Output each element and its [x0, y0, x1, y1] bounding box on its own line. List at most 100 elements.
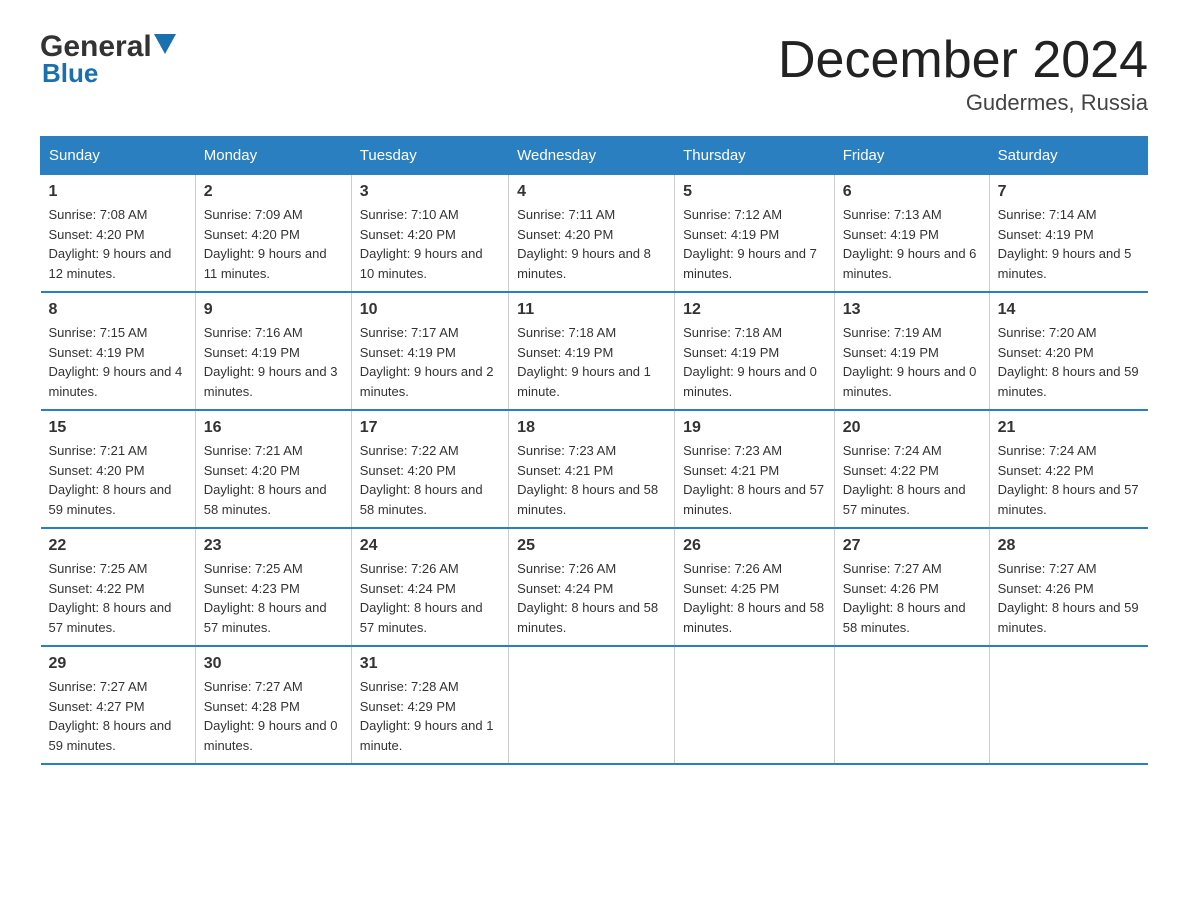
- calendar-header: SundayMondayTuesdayWednesdayThursdayFrid…: [41, 137, 1148, 175]
- day-info: Sunrise: 7:26 AMSunset: 4:24 PMDaylight:…: [360, 559, 500, 637]
- day-info: Sunrise: 7:09 AMSunset: 4:20 PMDaylight:…: [204, 205, 343, 283]
- week-row-4: 22Sunrise: 7:25 AMSunset: 4:22 PMDayligh…: [41, 528, 1148, 646]
- calendar-cell: 3Sunrise: 7:10 AMSunset: 4:20 PMDaylight…: [351, 175, 508, 293]
- calendar-cell: 28 Sunrise: 7:27 AMSunset: 4:26 PMDayligh…: [989, 528, 1147, 646]
- day-number: 1: [49, 183, 187, 201]
- header-day-tuesday: Tuesday: [351, 137, 508, 175]
- day-number: 24: [360, 537, 500, 555]
- header-day-wednesday: Wednesday: [509, 137, 675, 175]
- week-row-2: 8 Sunrise: 7:15 AMSunset: 4:19 PMDaylight…: [41, 292, 1148, 410]
- day-number: 14: [998, 301, 1140, 319]
- week-row-3: 15 Sunrise: 7:21 AMSunset: 4:20 PMDayligh…: [41, 410, 1148, 528]
- calendar-cell: [675, 646, 835, 764]
- calendar-cell: 29 Sunrise: 7:27 AMSunset: 4:27 PMDayligh…: [41, 646, 196, 764]
- day-number: 21: [998, 419, 1140, 437]
- calendar-cell: 27Sunrise: 7:27 AMSunset: 4:26 PMDayligh…: [834, 528, 989, 646]
- day-info: Sunrise: 7:13 AMSunset: 4:19 PMDaylight:…: [843, 205, 981, 283]
- header-row: SundayMondayTuesdayWednesdayThursdayFrid…: [41, 137, 1148, 175]
- day-number: 7: [998, 183, 1140, 201]
- day-info: Sunrise: 7:14 AMSunset: 4:19 PMDaylight:…: [998, 205, 1140, 283]
- day-number: 13: [843, 301, 981, 319]
- calendar-table: SundayMondayTuesdayWednesdayThursdayFrid…: [40, 136, 1148, 765]
- calendar-cell: [509, 646, 675, 764]
- day-number: 28: [998, 537, 1140, 555]
- day-info: Sunrise: 7:19 AMSunset: 4:19 PMDaylight:…: [843, 323, 981, 401]
- day-info: Sunrise: 7:15 AMSunset: 4:19 PMDaylight:…: [49, 323, 187, 401]
- calendar-cell: 30 Sunrise: 7:27 AMSunset: 4:28 PMDayligh…: [195, 646, 351, 764]
- calendar-cell: [989, 646, 1147, 764]
- calendar-cell: 16 Sunrise: 7:21 AMSunset: 4:20 PMDayligh…: [195, 410, 351, 528]
- day-info: Sunrise: 7:16 AMSunset: 4:19 PMDaylight:…: [204, 323, 343, 401]
- week-row-1: 1 Sunrise: 7:08 AMSunset: 4:20 PMDaylight…: [41, 175, 1148, 293]
- calendar-cell: 12Sunrise: 7:18 AMSunset: 4:19 PMDayligh…: [675, 292, 835, 410]
- day-info: Sunrise: 7:26 AMSunset: 4:25 PMDaylight:…: [683, 559, 826, 637]
- calendar-cell: 18Sunrise: 7:23 AMSunset: 4:21 PMDayligh…: [509, 410, 675, 528]
- calendar-cell: 15 Sunrise: 7:21 AMSunset: 4:20 PMDayligh…: [41, 410, 196, 528]
- day-number: 9: [204, 301, 343, 319]
- page-header: General Blue December 2024 Gudermes, Rus…: [40, 30, 1148, 116]
- day-number: 4: [517, 183, 666, 201]
- day-info: Sunrise: 7:21 AMSunset: 4:20 PMDaylight:…: [49, 441, 187, 519]
- day-info: Sunrise: 7:27 AMSunset: 4:27 PMDaylight:…: [49, 677, 187, 755]
- day-number: 26: [683, 537, 826, 555]
- calendar-cell: 11Sunrise: 7:18 AMSunset: 4:19 PMDayligh…: [509, 292, 675, 410]
- day-number: 16: [204, 419, 343, 437]
- calendar-cell: 24 Sunrise: 7:26 AMSunset: 4:24 PMDayligh…: [351, 528, 508, 646]
- header-day-thursday: Thursday: [675, 137, 835, 175]
- day-number: 8: [49, 301, 187, 319]
- day-number: 12: [683, 301, 826, 319]
- calendar-cell: 17Sunrise: 7:22 AMSunset: 4:20 PMDayligh…: [351, 410, 508, 528]
- logo-blue: Blue: [42, 58, 98, 89]
- day-number: 18: [517, 419, 666, 437]
- calendar-cell: 20Sunrise: 7:24 AMSunset: 4:22 PMDayligh…: [834, 410, 989, 528]
- calendar-cell: 4 Sunrise: 7:11 AMSunset: 4:20 PMDaylight…: [509, 175, 675, 293]
- day-number: 25: [517, 537, 666, 555]
- day-number: 2: [204, 183, 343, 201]
- calendar-cell: 14 Sunrise: 7:20 AMSunset: 4:20 PMDayligh…: [989, 292, 1147, 410]
- calendar-cell: 23 Sunrise: 7:25 AMSunset: 4:23 PMDayligh…: [195, 528, 351, 646]
- day-number: 29: [49, 655, 187, 673]
- calendar-cell: [834, 646, 989, 764]
- calendar-cell: 8 Sunrise: 7:15 AMSunset: 4:19 PMDaylight…: [41, 292, 196, 410]
- day-number: 30: [204, 655, 343, 673]
- calendar-body: 1 Sunrise: 7:08 AMSunset: 4:20 PMDaylight…: [41, 175, 1148, 765]
- day-info: Sunrise: 7:08 AMSunset: 4:20 PMDaylight:…: [49, 205, 187, 283]
- calendar-cell: 7 Sunrise: 7:14 AMSunset: 4:19 PMDaylight…: [989, 175, 1147, 293]
- header-day-friday: Friday: [834, 137, 989, 175]
- day-info: Sunrise: 7:18 AMSunset: 4:19 PMDaylight:…: [517, 323, 666, 401]
- day-info: Sunrise: 7:27 AMSunset: 4:26 PMDaylight:…: [998, 559, 1140, 637]
- header-day-sunday: Sunday: [41, 137, 196, 175]
- day-info: Sunrise: 7:25 AMSunset: 4:23 PMDaylight:…: [204, 559, 343, 637]
- day-info: Sunrise: 7:12 AMSunset: 4:19 PMDaylight:…: [683, 205, 826, 283]
- calendar-cell: 22Sunrise: 7:25 AMSunset: 4:22 PMDayligh…: [41, 528, 196, 646]
- day-number: 5: [683, 183, 826, 201]
- day-info: Sunrise: 7:25 AMSunset: 4:22 PMDaylight:…: [49, 559, 187, 637]
- day-number: 10: [360, 301, 500, 319]
- day-info: Sunrise: 7:24 AMSunset: 4:22 PMDaylight:…: [998, 441, 1140, 519]
- day-number: 3: [360, 183, 500, 201]
- calendar-cell: 1 Sunrise: 7:08 AMSunset: 4:20 PMDaylight…: [41, 175, 196, 293]
- day-number: 31: [360, 655, 500, 673]
- day-info: Sunrise: 7:28 AMSunset: 4:29 PMDaylight:…: [360, 677, 500, 755]
- calendar-cell: 10 Sunrise: 7:17 AMSunset: 4:19 PMDayligh…: [351, 292, 508, 410]
- calendar-cell: 2 Sunrise: 7:09 AMSunset: 4:20 PMDaylight…: [195, 175, 351, 293]
- header-day-monday: Monday: [195, 137, 351, 175]
- day-info: Sunrise: 7:17 AMSunset: 4:19 PMDaylight:…: [360, 323, 500, 401]
- day-number: 23: [204, 537, 343, 555]
- calendar-cell: 31 Sunrise: 7:28 AMSunset: 4:29 PMDayligh…: [351, 646, 508, 764]
- day-info: Sunrise: 7:21 AMSunset: 4:20 PMDaylight:…: [204, 441, 343, 519]
- day-info: Sunrise: 7:11 AMSunset: 4:20 PMDaylight:…: [517, 205, 666, 283]
- day-info: Sunrise: 7:26 AMSunset: 4:24 PMDaylight:…: [517, 559, 666, 637]
- calendar-cell: 26 Sunrise: 7:26 AMSunset: 4:25 PMDayligh…: [675, 528, 835, 646]
- day-info: Sunrise: 7:20 AMSunset: 4:20 PMDaylight:…: [998, 323, 1140, 401]
- day-number: 15: [49, 419, 187, 437]
- day-number: 6: [843, 183, 981, 201]
- day-number: 27: [843, 537, 981, 555]
- logo-triangle-icon: [154, 34, 176, 56]
- calendar-location: Gudermes, Russia: [778, 90, 1148, 116]
- calendar-cell: 21 Sunrise: 7:24 AMSunset: 4:22 PMDayligh…: [989, 410, 1147, 528]
- day-info: Sunrise: 7:27 AMSunset: 4:28 PMDaylight:…: [204, 677, 343, 755]
- week-row-5: 29 Sunrise: 7:27 AMSunset: 4:27 PMDayligh…: [41, 646, 1148, 764]
- day-number: 19: [683, 419, 826, 437]
- logo: General Blue: [40, 30, 176, 89]
